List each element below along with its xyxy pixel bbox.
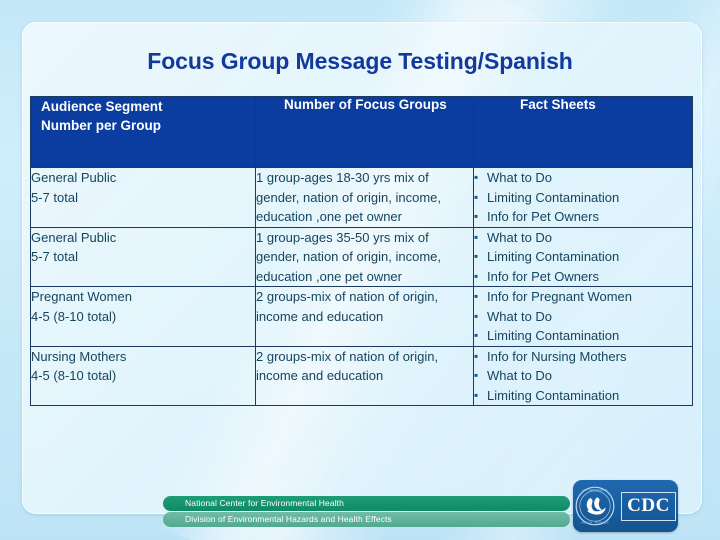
segment-size: 4-5 (8-10 total)	[31, 368, 117, 383]
list-item: ▪ What to Do	[474, 228, 692, 248]
cell-focus-groups: 2 groups-mix of nation of origin, income…	[255, 286, 474, 347]
segment-name: Nursing Mothers	[31, 348, 127, 364]
fact-sheet-label: Limiting Contamination	[487, 328, 620, 343]
cell-audience-segment: General Public 5-7 total	[30, 226, 256, 287]
header-cell-audience-segment: Audience Segment Number per Group	[30, 96, 256, 168]
cell-audience-segment: Nursing Mothers 4-5 (8-10 total)	[30, 345, 256, 406]
header-line-audience-segment: Audience Segment	[41, 99, 163, 114]
list-item: ▪ Limiting Contamination	[474, 247, 692, 267]
slide-canvas: Focus Group Message Testing/Spanish Audi…	[0, 0, 720, 540]
focus-group-table-wrapper: Audience Segment Number per Group Number…	[30, 96, 693, 406]
list-item: ▪ Limiting Contamination	[474, 326, 692, 346]
fact-sheet-list: ▪ What to Do ▪ Limiting Contamination ▪ Inf…	[474, 168, 692, 227]
bullet-square-icon: ▪	[474, 229, 479, 244]
list-item: ▪ Info for Pregnant Women	[474, 287, 692, 307]
cell-audience-segment: General Public 5-7 total	[30, 167, 256, 228]
fact-sheet-label: Info for Pet Owners	[487, 268, 599, 284]
page-title: Focus Group Message Testing/Spanish	[147, 48, 573, 74]
table-header-row: Audience Segment Number per Group Number…	[30, 96, 693, 168]
cdc-wordmark: CDC	[621, 491, 676, 521]
bullet-square-icon: ▪	[474, 209, 479, 223]
bullet-square-icon: ▪	[474, 328, 479, 342]
fact-sheet-label: Limiting Contamination	[487, 189, 620, 205]
table-row: Nursing Mothers 4-5 (8-10 total) 2 group…	[30, 345, 693, 406]
cell-focus-groups: 1 group-ages 35-50 yrs mix of gender, na…	[255, 226, 474, 287]
bullet-square-icon: ▪	[474, 170, 479, 184]
svg-text:HEALTH · SERVICES: HEALTH · SERVICES	[581, 521, 609, 525]
fact-sheet-label: Info for Pet Owners	[487, 209, 599, 224]
bullet-square-icon: ▪	[474, 189, 479, 204]
cell-fact-sheets: ▪ Info for Pregnant Women ▪ What to Do ▪ Li…	[473, 286, 693, 347]
cell-focus-groups: 2 groups-mix of nation of origin, income…	[255, 345, 474, 406]
fact-sheet-label: What to Do	[487, 308, 553, 324]
bullet-square-icon: ▪	[474, 308, 479, 323]
fact-sheet-label: What to Do	[487, 368, 553, 383]
fact-sheet-label: What to Do	[487, 229, 553, 245]
list-item: ▪ Info for Pet Owners	[474, 267, 692, 287]
segment-size: 5-7 total	[31, 189, 78, 205]
fact-sheet-list: ▪ Info for Nursing Mothers ▪ What to Do ▪ L…	[474, 347, 692, 406]
table-row: Pregnant Women 4-5 (8-10 total) 2 groups…	[30, 286, 693, 347]
bullet-square-icon: ▪	[474, 249, 479, 263]
list-item: ▪ Info for Nursing Mothers	[474, 347, 692, 367]
cdc-logo: U.S. DEPARTMENT HEALTH · SERVICES CDC	[573, 480, 678, 532]
bullet-square-icon: ▪	[474, 387, 479, 402]
list-item: ▪ Limiting Contamination	[474, 386, 692, 406]
fact-sheet-list: ▪ What to Do ▪ Limiting Contamination ▪ Inf…	[474, 228, 692, 287]
segment-size: 4-5 (8-10 total)	[31, 308, 117, 324]
header-cell-number-of-focus-groups: Number of Focus Groups	[255, 96, 474, 168]
segment-name: Pregnant Women	[31, 289, 132, 304]
list-item: ▪ What to Do	[474, 307, 692, 327]
bullet-square-icon: ▪	[474, 368, 479, 382]
list-item: ▪ What to Do	[474, 366, 692, 386]
hhs-seal-icon: U.S. DEPARTMENT HEALTH · SERVICES	[575, 486, 615, 526]
footer-bar-division-name: Division of Environmental Hazards and He…	[163, 512, 570, 527]
fact-sheet-label: Info for Pregnant Women	[487, 289, 633, 304]
bullet-square-icon: ▪	[474, 268, 479, 283]
list-item: ▪ What to Do	[474, 168, 692, 188]
footer-bar-center-name: National Center for Environmental Health	[163, 496, 570, 511]
list-item: ▪ Limiting Contamination	[474, 188, 692, 208]
table-row: General Public 5-7 total 1 group-ages 35…	[30, 226, 693, 287]
header-line-number-per-group: Number per Group	[41, 118, 162, 133]
cell-audience-segment: Pregnant Women 4-5 (8-10 total)	[30, 286, 256, 347]
segment-name: General Public	[31, 229, 117, 245]
cell-focus-groups: 1 group-ages 18-30 yrs mix of gender, na…	[255, 167, 474, 228]
bullet-square-icon: ▪	[474, 348, 479, 363]
cell-fact-sheets: ▪ What to Do ▪ Limiting Contamination ▪ Inf…	[473, 167, 693, 228]
segment-name: General Public	[31, 170, 117, 185]
list-item: ▪ Info for Pet Owners	[474, 207, 692, 227]
table-row: General Public 5-7 total 1 group-ages 18…	[30, 167, 693, 228]
fact-sheet-label: What to Do	[487, 170, 553, 185]
bullet-square-icon: ▪	[474, 289, 479, 303]
cell-fact-sheets: ▪ Info for Nursing Mothers ▪ What to Do ▪ L…	[473, 345, 693, 406]
focus-group-table: Audience Segment Number per Group Number…	[30, 96, 693, 406]
segment-size: 5-7 total	[31, 249, 78, 264]
header-cell-fact-sheets: Fact Sheets	[473, 96, 693, 168]
cell-fact-sheets: ▪ What to Do ▪ Limiting Contamination ▪ Inf…	[473, 226, 693, 287]
fact-sheet-label: Info for Nursing Mothers	[487, 348, 627, 364]
fact-sheet-list: ▪ Info for Pregnant Women ▪ What to Do ▪ Li…	[474, 287, 692, 346]
svg-text:U.S. DEPARTMENT: U.S. DEPARTMENT	[583, 488, 609, 492]
fact-sheet-label: Limiting Contamination	[487, 387, 620, 403]
fact-sheet-label: Limiting Contamination	[487, 249, 620, 264]
